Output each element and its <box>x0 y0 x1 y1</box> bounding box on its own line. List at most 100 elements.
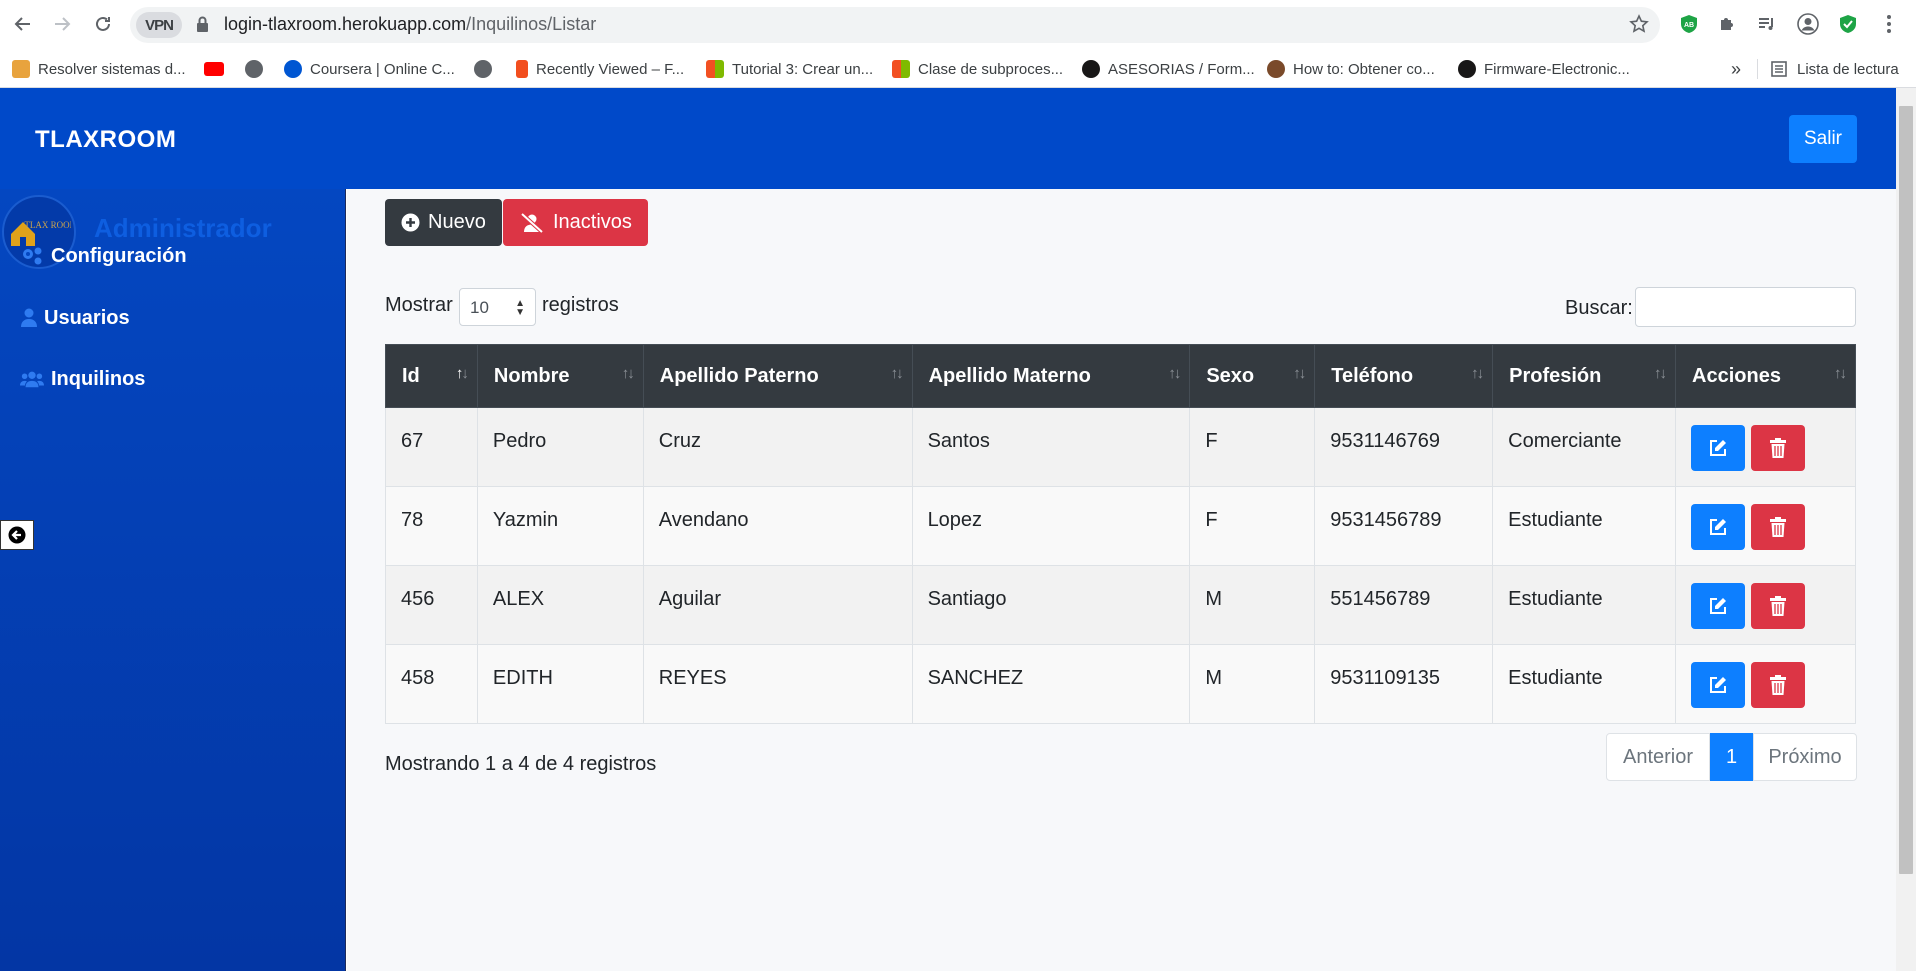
bookmark-item[interactable]: Recently Viewed – F... <box>516 58 684 80</box>
cell-id: 458 <box>385 644 478 724</box>
vpn-badge[interactable]: VPN <box>136 12 182 38</box>
inactive-button-label: Inactivos <box>553 211 632 233</box>
arrow-circle-left-icon <box>8 526 26 544</box>
bookmark-youtube[interactable] <box>204 58 232 80</box>
column-label: Apellido Paterno <box>659 364 819 387</box>
column-label: Id <box>402 364 420 387</box>
cell-acciones <box>1675 407 1856 487</box>
table-row: 456 ALEX Aguilar Santiago M 551456789 Es… <box>385 565 1856 645</box>
media-control-icon[interactable] <box>1754 11 1780 37</box>
cell-sexo: F <box>1189 486 1316 566</box>
table-row: 458 EDITH REYES SANCHEZ M 9531109135 Est… <box>385 644 1856 724</box>
bookmark-label: Firmware-Electronic... <box>1484 60 1630 78</box>
pagination-page-1[interactable]: 1 <box>1710 733 1753 781</box>
bookmark-globe[interactable] <box>474 58 500 80</box>
reading-list-button[interactable]: Lista de lectura <box>1771 58 1899 80</box>
cell-id: 456 <box>385 565 478 645</box>
column-header-id[interactable]: Id ↑↓ <box>385 344 478 408</box>
sidebar-role-title: Administrador <box>94 213 272 243</box>
cell-apellido-paterno: REYES <box>642 644 913 724</box>
edit-icon <box>1710 440 1727 456</box>
avatar-logo-text: TLAX ROOM <box>24 220 71 230</box>
more-bookmarks-button[interactable]: » <box>1731 58 1741 80</box>
bookmark-item[interactable]: ASESORIAS / Form... <box>1082 58 1255 80</box>
sidebar-item-label: Configuración <box>51 244 187 267</box>
shield-extension-icon[interactable] <box>1835 11 1861 37</box>
users-icon <box>20 367 44 391</box>
user-icon <box>20 306 37 330</box>
trash-icon <box>1770 596 1787 616</box>
cell-id: 67 <box>385 407 478 487</box>
url-path: /Inquilinos/Listar <box>466 14 597 34</box>
cell-telefono: 9531146769 <box>1314 407 1494 487</box>
bookmark-item[interactable]: Clase de subproces... <box>892 58 1063 80</box>
sort-icon: ↑↓ <box>1654 365 1667 382</box>
reading-list-label: Lista de lectura <box>1797 60 1899 78</box>
new-button-label: Nuevo <box>428 211 486 233</box>
edit-button[interactable] <box>1691 662 1746 708</box>
url-text[interactable]: login-tlaxroom.herokuapp.com/Inquilinos/… <box>224 14 596 35</box>
sidebar-item-configuracion-row[interactable]: Configuración <box>20 241 187 271</box>
bookmark-item[interactable]: Firmware-Electronic... <box>1458 58 1630 80</box>
column-label: Teléfono <box>1331 364 1414 387</box>
bookmark-item[interactable]: Coursera | Online C... <box>284 58 455 80</box>
edit-button[interactable] <box>1691 504 1746 550</box>
delete-button[interactable] <box>1751 425 1806 471</box>
sidebar-item-inquilinos[interactable]: Inquilinos <box>20 364 145 394</box>
pagination-next[interactable]: Próximo <box>1753 733 1857 781</box>
forward-icon[interactable] <box>48 10 76 38</box>
reading-list-icon <box>1771 61 1787 77</box>
bookmark-globe[interactable] <box>245 58 271 80</box>
delete-button[interactable] <box>1751 583 1806 629</box>
reload-icon[interactable] <box>89 10 117 38</box>
lock-icon[interactable] <box>196 15 209 33</box>
cell-sexo: M <box>1189 565 1316 645</box>
edit-button[interactable] <box>1691 583 1746 629</box>
youtube-icon <box>204 62 224 76</box>
column-header-acciones[interactable]: Acciones ↑↓ <box>1675 344 1856 408</box>
new-tenant-button[interactable]: Nuevo <box>385 199 502 246</box>
scrollbar-thumb[interactable] <box>1899 106 1913 874</box>
bookmark-label: Recently Viewed – F... <box>536 60 685 78</box>
profile-icon[interactable] <box>1795 11 1821 37</box>
search-input[interactable] <box>1635 287 1856 327</box>
column-header-apellido-materno[interactable]: Apellido Materno ↑↓ <box>911 344 1191 408</box>
brand-title[interactable]: TLAXROOM <box>35 126 176 154</box>
cell-nombre: EDITH <box>476 644 644 724</box>
delete-button[interactable] <box>1751 662 1806 708</box>
table-row: 78 Yazmin Avendano Lopez F 9531456789 Es… <box>385 486 1856 566</box>
sidebar-toggle-button[interactable] <box>0 520 34 550</box>
menu-kebab-icon[interactable] <box>1876 11 1902 37</box>
sort-icon: ↑↓ <box>621 365 635 382</box>
bookmark-item[interactable]: How to: Obtener co... <box>1267 58 1435 80</box>
column-header-sexo[interactable]: Sexo ↑↓ <box>1189 344 1316 408</box>
cell-profesion: Estudiante <box>1492 565 1677 645</box>
column-header-profesion[interactable]: Profesión ↑↓ <box>1492 344 1677 408</box>
bookmarks-bar: Resolver sistemas d... Coursera | Online… <box>0 50 1916 88</box>
cell-acciones <box>1675 486 1856 566</box>
sidebar-item-usuarios[interactable]: Usuarios <box>20 303 130 333</box>
bookmark-item[interactable]: Resolver sistemas d... <box>12 58 186 80</box>
coursera-icon <box>284 60 302 78</box>
plus-circle-icon <box>401 213 420 232</box>
logout-button[interactable]: Salir <box>1789 115 1857 163</box>
column-label: Acciones <box>1692 364 1781 387</box>
delete-button[interactable] <box>1751 504 1806 550</box>
page-size-select[interactable]: 10 ▲ ▼ <box>459 288 536 326</box>
pagination-previous[interactable]: Anterior <box>1606 733 1710 781</box>
sort-icon: ↑↓ <box>1168 365 1181 382</box>
column-header-apellido-paterno[interactable]: Apellido Paterno ↑↓ <box>642 344 913 408</box>
adblock-extension-icon[interactable]: AB <box>1676 11 1702 37</box>
column-header-telefono[interactable]: Teléfono ↑↓ <box>1314 344 1494 408</box>
inactive-tenants-button[interactable]: Inactivos <box>503 199 648 246</box>
select-caret-icon: ▲ ▼ <box>515 298 525 318</box>
extensions-puzzle-icon[interactable] <box>1714 11 1740 37</box>
bookmark-item[interactable]: Tutorial 3: Crear un... <box>706 58 873 80</box>
column-header-nombre[interactable]: Nombre ↑↓ <box>476 344 644 408</box>
cell-profesion: Comerciante <box>1492 407 1677 487</box>
bookmark-label: Coursera | Online C... <box>310 60 455 78</box>
back-icon[interactable] <box>9 10 37 38</box>
edit-button[interactable] <box>1691 425 1746 471</box>
star-icon[interactable] <box>1626 11 1652 37</box>
page-size-value: 10 <box>470 298 489 317</box>
